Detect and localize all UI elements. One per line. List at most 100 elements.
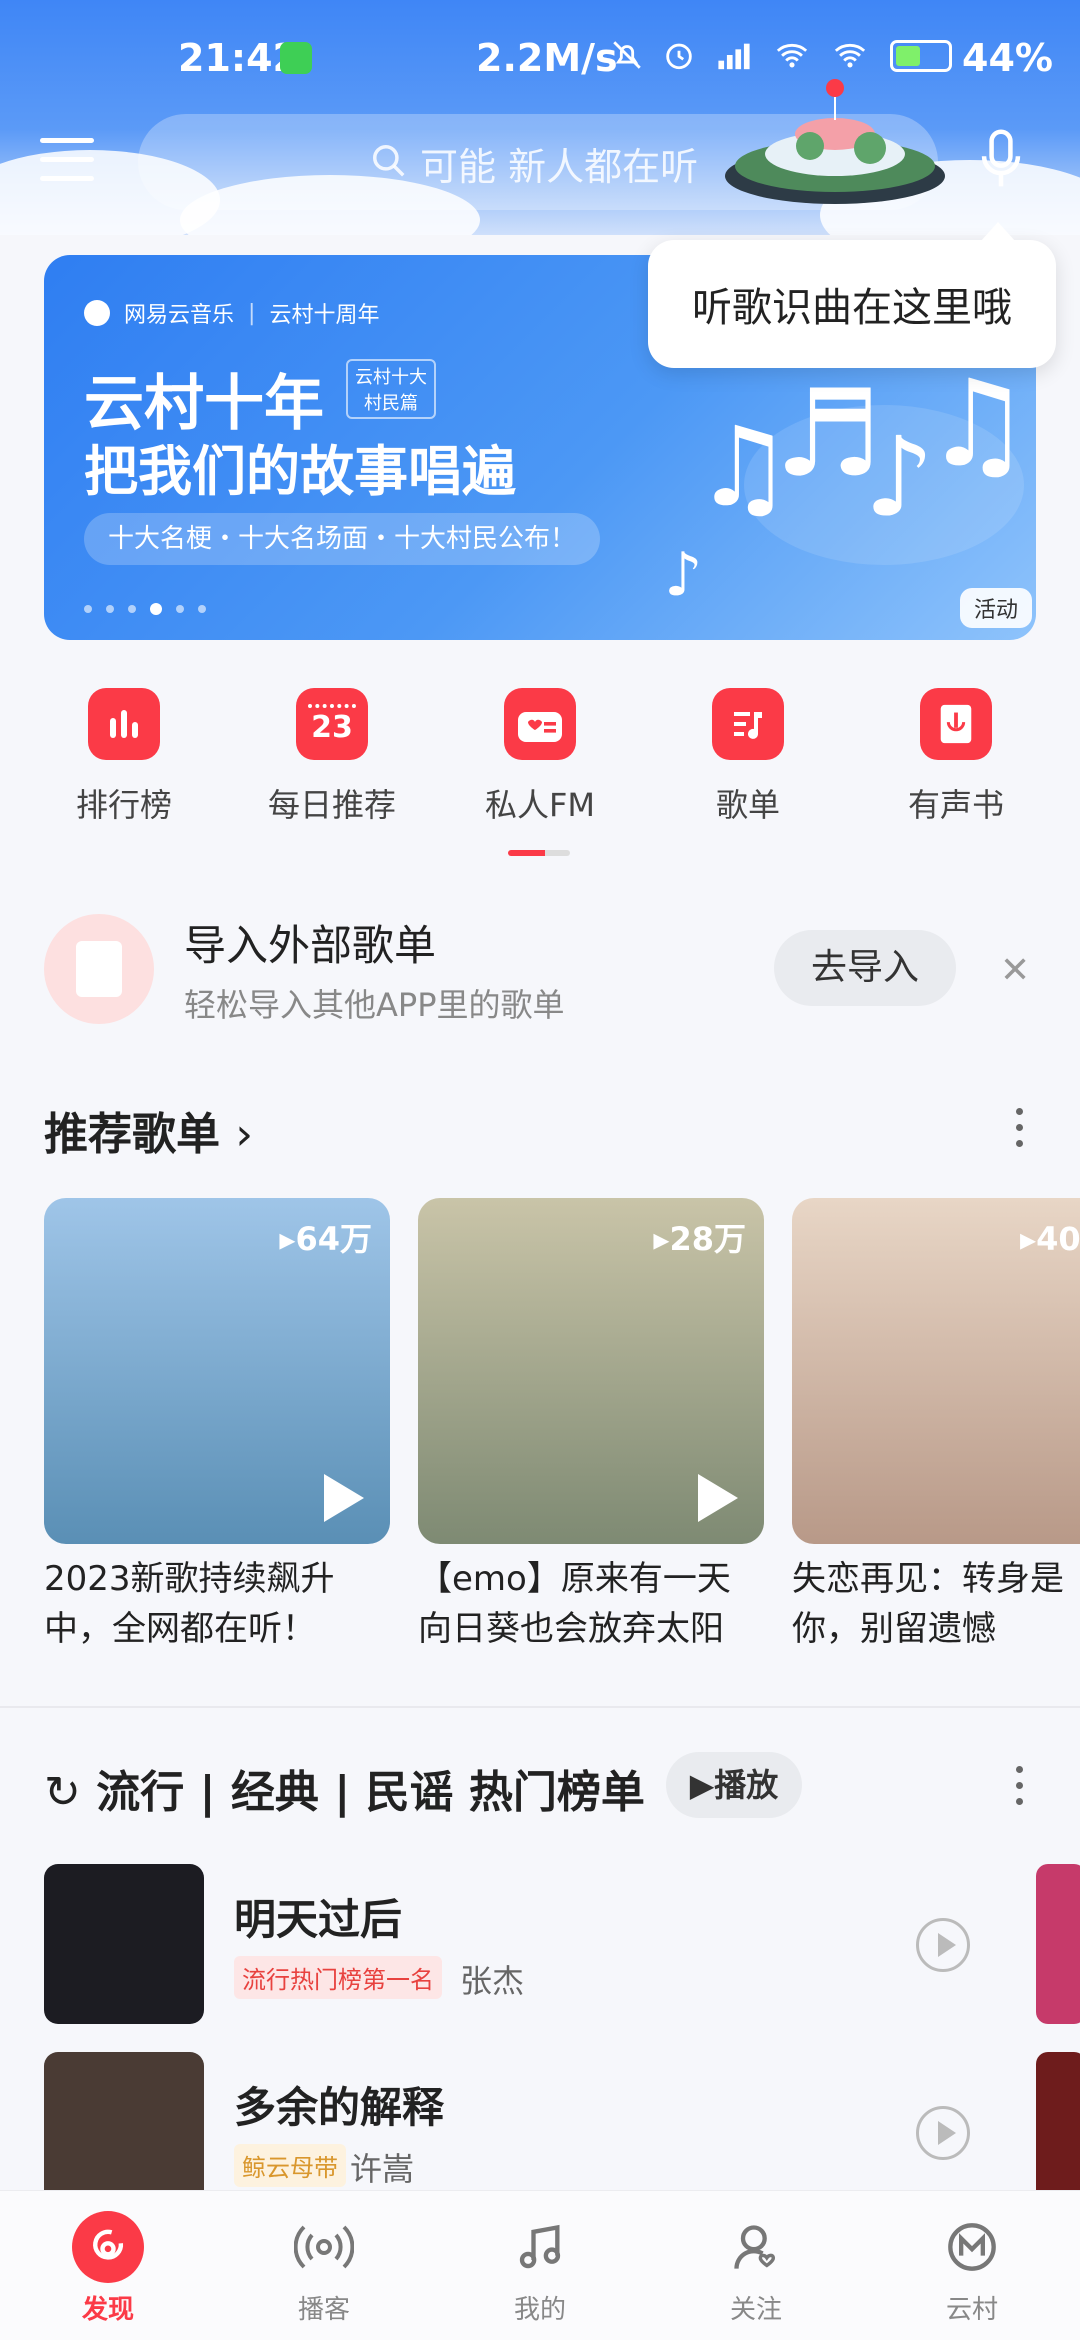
netease-logo-icon bbox=[84, 300, 110, 326]
search-placeholder: 可能 新人都在听 bbox=[420, 145, 699, 189]
playlist-card[interactable]: ▸40万 失恋再见：转身是你，别留遗憾 bbox=[792, 1198, 1080, 1654]
recommended-title: 推荐歌单 bbox=[44, 1109, 220, 1160]
next-column-cover[interactable] bbox=[1036, 2052, 1080, 2212]
playlist-name: 【emo】原来有一天向日葵也会放弃太阳 bbox=[418, 1559, 731, 1649]
song-artist: 许嵩 bbox=[350, 2150, 415, 2188]
bottom-nav: 发现 播客 我的 关注 云村 bbox=[0, 2190, 1080, 2340]
chevron-right-icon: › bbox=[235, 1109, 253, 1160]
microphone-icon[interactable] bbox=[978, 128, 1024, 192]
banner-title-tag: 云村十大 村民篇 bbox=[346, 359, 436, 419]
play-count: ▸64万 bbox=[279, 1220, 372, 1258]
play-icon bbox=[698, 1474, 738, 1522]
import-button[interactable]: 去导入 bbox=[774, 930, 956, 1006]
song-row[interactable]: 明天过后 流行热门榜第一名 张杰 bbox=[0, 1864, 1080, 2024]
banner-title-line2: 把我们的故事唱遍 bbox=[84, 440, 516, 503]
song-tag: 流行热门榜第一名 bbox=[234, 1956, 442, 1999]
pagination-dot[interactable] bbox=[128, 605, 136, 613]
playlist-card[interactable]: ▸28万 【emo】原来有一天向日葵也会放弃太阳 bbox=[418, 1198, 764, 1654]
calendar-icon: 23 bbox=[296, 688, 368, 760]
audiobook-icon bbox=[920, 688, 992, 760]
chart-icon bbox=[88, 688, 160, 760]
quicknav-item-audiobook[interactable]: 有声书 bbox=[856, 688, 1056, 826]
banner-subtitle: 十大名梗・十大名场面・十大村民公布！ bbox=[84, 513, 601, 565]
pagination-dot[interactable] bbox=[150, 603, 162, 615]
song-cover bbox=[44, 1864, 204, 2024]
quicknav-item-fm[interactable]: 私人FM bbox=[440, 688, 640, 826]
pagination-dot[interactable] bbox=[106, 605, 114, 613]
playlist-icon bbox=[712, 688, 784, 760]
song-recognition-tooltip[interactable]: 听歌识曲在这里哦 bbox=[648, 222, 1056, 368]
quicknav-label: 有声书 bbox=[907, 786, 1004, 824]
play-circle-icon[interactable] bbox=[916, 1918, 970, 1972]
quicknav-item-charts[interactable]: 排行榜 bbox=[24, 688, 224, 826]
song-row[interactable]: 多余的解释 鲸云母带 许嵩 bbox=[0, 2052, 1080, 2212]
tab-mine[interactable]: 我的 bbox=[470, 2211, 610, 2326]
alarm-icon bbox=[666, 43, 692, 70]
charts-title: 流行 | 经典 | 民谣 热门榜单 bbox=[96, 1767, 645, 1818]
play-circle-icon[interactable] bbox=[916, 2106, 970, 2160]
svg-text:♫: ♫ bbox=[924, 355, 1024, 494]
app-notification-icon bbox=[280, 42, 312, 74]
song-cover bbox=[44, 2052, 204, 2212]
banner-brand-right: 云村十周年 bbox=[269, 303, 380, 328]
tab-follow[interactable]: 关注 bbox=[686, 2211, 826, 2326]
recommended-section-title[interactable]: 推荐歌单 › bbox=[44, 1098, 253, 1162]
playlist-cover: ▸64万 bbox=[44, 1198, 390, 1544]
song-title: 多余的解释 bbox=[234, 2083, 445, 2132]
radio-icon bbox=[504, 688, 576, 760]
playlist-card[interactable]: ▸64万 2023新歌持续飙升中，全网都在听！ bbox=[44, 1198, 390, 1654]
banner-pagination[interactable] bbox=[84, 603, 206, 615]
play-all-label: 播放 bbox=[714, 1766, 779, 1804]
charts-section-title[interactable]: ↻ 流行 | 经典 | 民谣 热门榜单 bbox=[44, 1756, 645, 1820]
pagination-dot[interactable] bbox=[198, 605, 206, 613]
playlist-name: 2023新歌持续飙升中，全网都在听！ bbox=[44, 1559, 335, 1649]
song-artist: 张杰 bbox=[460, 1962, 525, 2000]
tab-podcast[interactable]: 播客 bbox=[254, 2211, 394, 2326]
section-divider bbox=[0, 1706, 1080, 1708]
import-title: 导入外部歌单 bbox=[184, 921, 437, 970]
podcast-icon bbox=[288, 2211, 360, 2283]
quicknav-label: 歌单 bbox=[715, 786, 780, 824]
more-options-icon[interactable] bbox=[1016, 1108, 1024, 1156]
play-all-button[interactable]: ▶播放 bbox=[666, 1752, 802, 1818]
quick-nav: 排行榜 23 每日推荐 私人FM 歌单 有声书 bbox=[0, 688, 1080, 878]
quicknav-label: 私人FM bbox=[484, 786, 596, 824]
tab-label: 关注 bbox=[729, 2295, 782, 2325]
tab-village[interactable]: 云村 bbox=[902, 2211, 1042, 2326]
quicknav-label: 排行榜 bbox=[75, 786, 172, 824]
tab-label: 我的 bbox=[513, 2295, 566, 2325]
quicknav-item-daily[interactable]: 23 每日推荐 bbox=[232, 688, 432, 826]
tab-label: 发现 bbox=[81, 2295, 134, 2325]
quicknav-item-playlist[interactable]: 歌单 bbox=[648, 688, 848, 826]
battery-percent: 44% bbox=[962, 36, 1053, 80]
pagination-dot[interactable] bbox=[176, 605, 184, 613]
quicknav-scroll-indicator bbox=[508, 850, 570, 856]
banner-badge: 活动 bbox=[959, 588, 1032, 628]
tab-label: 播客 bbox=[297, 2295, 350, 2325]
more-options-icon[interactable] bbox=[1016, 1766, 1024, 1814]
playlist-name: 失恋再见：转身是你，别留遗憾 bbox=[792, 1559, 1064, 1649]
header: 21:42 2.2M/s 44% 可能 新人都在听 bbox=[0, 0, 1080, 235]
village-icon bbox=[936, 2211, 1008, 2283]
music-notes-illustration: ♫ ♬ ♪ ♫ ♪ bbox=[664, 355, 1024, 610]
discover-icon bbox=[72, 2211, 144, 2283]
tab-discover[interactable]: 发现 bbox=[38, 2211, 178, 2326]
playlist-cover: ▸40万 bbox=[792, 1198, 1080, 1544]
music-note-icon bbox=[504, 2211, 576, 2283]
banner-brand: 网易云音乐 | 云村十周年 bbox=[84, 297, 379, 329]
tooltip-text: 听歌识曲在这里哦 bbox=[692, 285, 1012, 331]
play-count: ▸40万 bbox=[1020, 1220, 1080, 1258]
import-desc: 轻松导入其他APP里的歌单 bbox=[184, 986, 565, 1024]
mute-icon bbox=[613, 41, 641, 69]
next-column-cover[interactable] bbox=[1036, 1864, 1080, 2024]
close-icon[interactable]: ✕ bbox=[1000, 950, 1030, 991]
import-playlist-card: 导入外部歌单 轻松导入其他APP里的歌单 去导入 ✕ bbox=[0, 900, 1080, 1040]
playlist-cover: ▸28万 bbox=[418, 1198, 764, 1544]
calendar-day: 23 bbox=[311, 710, 353, 745]
pagination-dot[interactable] bbox=[84, 605, 92, 613]
floating-island-illustration bbox=[725, 79, 945, 204]
song-title: 明天过后 bbox=[234, 1895, 403, 1944]
menu-icon[interactable] bbox=[40, 138, 94, 184]
svg-text:♪: ♪ bbox=[664, 540, 702, 610]
search-icon bbox=[373, 145, 405, 177]
